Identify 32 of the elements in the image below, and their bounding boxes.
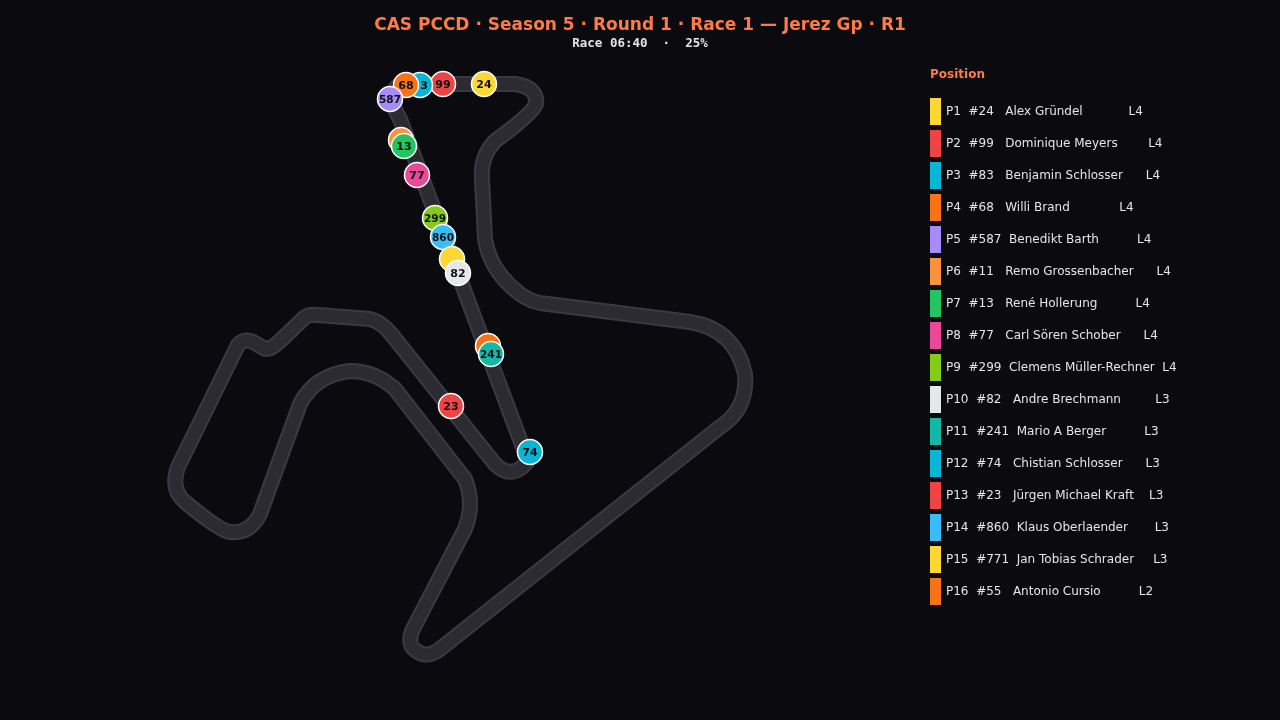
- standing-row-text: P2 #99 Dominique Meyers L4: [946, 136, 1163, 150]
- standing-row-text: P5 #587 Benedikt Barth L4: [946, 232, 1152, 246]
- standing-row-text: P12 #74 Chistian Schlosser L3: [946, 456, 1160, 470]
- car-number: 860: [432, 231, 454, 243]
- standing-row-text: P16 #55 Antonio Cursio L2: [946, 584, 1154, 598]
- standing-row-text: P8 #77 Carl Sören Schober L4: [946, 328, 1158, 342]
- standing-row-text: P6 #11 Remo Grossenbacher L4: [946, 264, 1171, 278]
- standing-row-text: P11 #241 Mario A Berger L3: [946, 424, 1159, 438]
- race-status: Race 06:40 · 25%: [572, 35, 708, 51]
- car-number: 241: [480, 348, 502, 360]
- standing-row-text: P14 #860 Klaus Oberlaender L3: [946, 520, 1169, 534]
- standing-row-text: P3 #83 Benjamin Schlosser L4: [946, 168, 1161, 182]
- car-number: 82: [450, 267, 466, 280]
- standing-row-text: P1 #24 Alex Gründel L4: [946, 104, 1143, 118]
- car-number: 587: [379, 93, 401, 105]
- race-title: CAS PCCD · Season 5 · Round 1 · Race 1 — Jerez Gp · R1: [374, 13, 906, 35]
- car-number: 24: [476, 78, 492, 91]
- standings-title: Position: [930, 67, 986, 81]
- car-number: 3: [420, 79, 428, 92]
- car-number: 299: [424, 212, 446, 224]
- standing-row-text: P15 #771 Jan Tobias Schrader L3: [946, 552, 1168, 566]
- standing-row-text: P9 #299 Clemens Müller-Rechner L4: [946, 360, 1177, 374]
- standing-row-text: P10 #82 Andre Brechmann L3: [946, 392, 1170, 406]
- car-number: 13: [396, 140, 412, 153]
- car-number: 74: [522, 446, 538, 459]
- car-number: 99: [435, 78, 451, 91]
- car-number: 77: [409, 169, 425, 182]
- standing-row-text: P13 #23 Jürgen Michael Kraft L3: [946, 488, 1164, 502]
- standing-row-text: P4 #68 Willi Brand L4: [946, 200, 1134, 214]
- car-number: 23: [443, 400, 459, 413]
- car-number: 68: [398, 79, 414, 92]
- standing-row-text: P7 #13 René Hollerung L4: [946, 296, 1150, 310]
